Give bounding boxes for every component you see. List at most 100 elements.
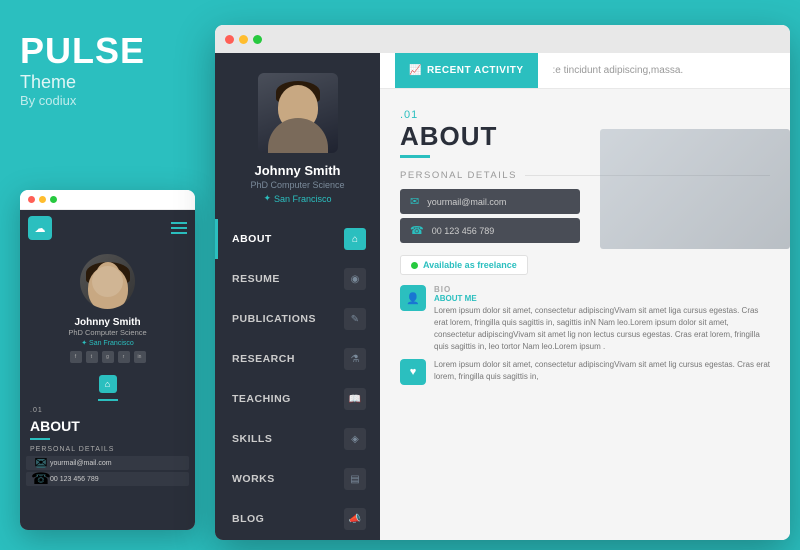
sidebar-item-contact[interactable]: CONTACT ✈ <box>215 539 380 540</box>
bio-para2: Lorem ipsum dolor sit amet, consectetur … <box>434 359 770 383</box>
mobile-titlebar <box>20 190 195 210</box>
mobile-social-icons: f t g r in <box>20 351 195 363</box>
bio-section: 👤 BIO ABOUT ME Lorem ipsum dolor sit ame… <box>400 285 770 385</box>
browser-titlebar <box>215 25 790 53</box>
sidebar-profile: Johnny Smith PhD Computer Science ✦ San … <box>215 53 380 214</box>
content-topbar: 📈 RECENT ACTIVITY :e tincidunt adipiscin… <box>380 53 790 89</box>
phone-card-icon: ☎ <box>410 224 424 237</box>
bio-sublabel: ABOUT ME <box>434 294 770 303</box>
mobile-hamburger-icon <box>171 222 187 234</box>
mobile-phone-row: ☎ 00 123 456 789 <box>26 472 189 486</box>
nav-label-about: ABOUT <box>232 233 272 245</box>
contact-cards: ✉ yourmail@mail.com ☎ 00 123 456 789 <box>400 189 770 243</box>
mobile-underline <box>30 438 50 440</box>
browser-window: Johnny Smith PhD Computer Science ✦ San … <box>215 25 790 540</box>
sidebar: Johnny Smith PhD Computer Science ✦ San … <box>215 53 380 540</box>
recent-activity-tab[interactable]: 📈 RECENT ACTIVITY <box>395 53 538 88</box>
freelance-badge: Available as freelance <box>400 255 528 275</box>
nav-icon-about: ⌂ <box>344 228 366 250</box>
mobile-profile-name: Johnny Smith <box>20 317 195 328</box>
nav-label-research: RESEARCH <box>232 353 295 365</box>
phone-card-text: 00 123 456 789 <box>432 226 495 236</box>
email-card-icon: ✉ <box>410 195 419 208</box>
browser-dot-green <box>253 35 262 44</box>
sidebar-item-about[interactable]: ABOUT ⌂ <box>215 219 380 259</box>
mobile-home-icon: ⌂ <box>20 375 195 393</box>
nav-label-skills: SKILLS <box>232 433 272 445</box>
mobile-preview: ☁ Johnny Smith PhD Computer Science ✦ Sa… <box>20 190 195 530</box>
bio-content-2: Lorem ipsum dolor sit amet, consectetur … <box>434 359 770 383</box>
mobile-dot-green <box>50 196 57 203</box>
nav-icon-skills: ◈ <box>344 428 366 450</box>
main-content: 📈 RECENT ACTIVITY :e tincidunt adipiscin… <box>380 53 790 540</box>
recent-activity-label: RECENT ACTIVITY <box>427 65 524 76</box>
sidebar-nav: ABOUT ⌂ RESUME ◉ PUBLICATIONS ✎ RESEARCH… <box>215 219 380 540</box>
contact-area: ✉ yourmail@mail.com ☎ 00 123 456 789 <box>400 189 770 243</box>
activity-chart-icon: 📈 <box>409 65 422 76</box>
freelance-status-dot <box>411 262 418 269</box>
mobile-twitter-icon: t <box>86 351 98 363</box>
nav-icon-blog: 📣 <box>344 508 366 530</box>
sidebar-item-teaching[interactable]: TEACHING 📖 <box>215 379 380 419</box>
nav-label-publications: PUBLICATIONS <box>232 313 316 325</box>
mobile-content: ☁ Johnny Smith PhD Computer Science ✦ Sa… <box>20 210 195 530</box>
mobile-facebook-icon: f <box>70 351 82 363</box>
sidebar-profile-degree: PhD Computer Science <box>250 180 344 190</box>
app-title: PULSE <box>20 30 145 72</box>
bio-label: BIO <box>434 285 770 294</box>
nav-icon-research: ⚗ <box>344 348 366 370</box>
section-divider <box>400 155 430 158</box>
browser-body: Johnny Smith PhD Computer Science ✦ San … <box>215 53 790 540</box>
mobile-nav-bar: ☁ <box>20 210 195 246</box>
sidebar-item-publications[interactable]: PUBLICATIONS ✎ <box>215 299 380 339</box>
sidebar-item-resume[interactable]: RESUME ◉ <box>215 259 380 299</box>
mobile-email-icon: ✉ <box>36 458 46 468</box>
profile-avatar <box>258 73 338 153</box>
mobile-phone-icon: ☎ <box>36 474 46 484</box>
mobile-dot-yellow <box>39 196 46 203</box>
nav-label-resume: RESUME <box>232 273 280 285</box>
sidebar-profile-location: ✦ San Francisco <box>263 193 331 204</box>
mobile-section-number: .01 <box>20 405 195 416</box>
mobile-rss-icon: r <box>118 351 130 363</box>
branding-block: PULSE Theme By codiux <box>20 30 145 108</box>
mobile-dot-red <box>28 196 35 203</box>
sidebar-item-skills[interactable]: SKILLS ◈ <box>215 419 380 459</box>
sidebar-item-research[interactable]: RESEARCH ⚗ <box>215 339 380 379</box>
bio-heart-icon: ♥ <box>400 359 426 385</box>
nav-icon-resume: ◉ <box>344 268 366 290</box>
activity-preview-text: :e tincidunt adipiscing,massa. <box>553 65 684 76</box>
sidebar-item-blog[interactable]: BLOG 📣 <box>215 499 380 539</box>
email-card: ✉ yourmail@mail.com <box>400 189 580 214</box>
bio-content: BIO ABOUT ME Lorem ipsum dolor sit amet,… <box>434 285 770 353</box>
nav-label-blog: BLOG <box>232 513 264 525</box>
mobile-email-row: ✉ yourmail@mail.com <box>26 456 189 470</box>
freelance-text: Available as freelance <box>423 260 517 270</box>
mobile-profile-location: ✦ San Francisco <box>20 339 195 347</box>
browser-dot-yellow <box>239 35 248 44</box>
sidebar-profile-name: Johnny Smith <box>255 163 341 178</box>
mobile-google-icon: g <box>102 351 114 363</box>
nav-label-works: WORKS <box>232 473 275 485</box>
app-byline: By codiux <box>20 93 145 108</box>
nav-icon-publications: ✎ <box>344 308 366 330</box>
email-card-text: yourmail@mail.com <box>427 197 506 207</box>
section-number: .01 <box>400 109 770 121</box>
mobile-linkedin-icon: in <box>134 351 146 363</box>
location-pin-icon: ✦ <box>263 193 271 204</box>
mobile-divider <box>98 399 118 401</box>
mobile-avatar <box>80 254 135 309</box>
bio-para1: Lorem ipsum dolor sit amet, consectetur … <box>434 305 770 353</box>
mobile-email-text: yourmail@mail.com <box>50 460 112 467</box>
browser-dot-red <box>225 35 234 44</box>
nav-label-teaching: TEACHING <box>232 393 291 405</box>
nav-icon-works: ▤ <box>344 468 366 490</box>
bio-row-2: ♥ Lorem ipsum dolor sit amet, consectetu… <box>400 359 770 385</box>
mobile-cloud-icon: ☁ <box>28 216 52 240</box>
bio-person-icon: 👤 <box>400 285 426 311</box>
mobile-profile-degree: PhD Computer Science <box>20 328 195 337</box>
content-body: .01 ABOUT PERSONAL DETAILS ✉ yourmail@ma… <box>380 89 790 540</box>
mobile-section-title: ABOUT <box>20 416 195 436</box>
sidebar-item-works[interactable]: WORKS ▤ <box>215 459 380 499</box>
nav-icon-teaching: 📖 <box>344 388 366 410</box>
